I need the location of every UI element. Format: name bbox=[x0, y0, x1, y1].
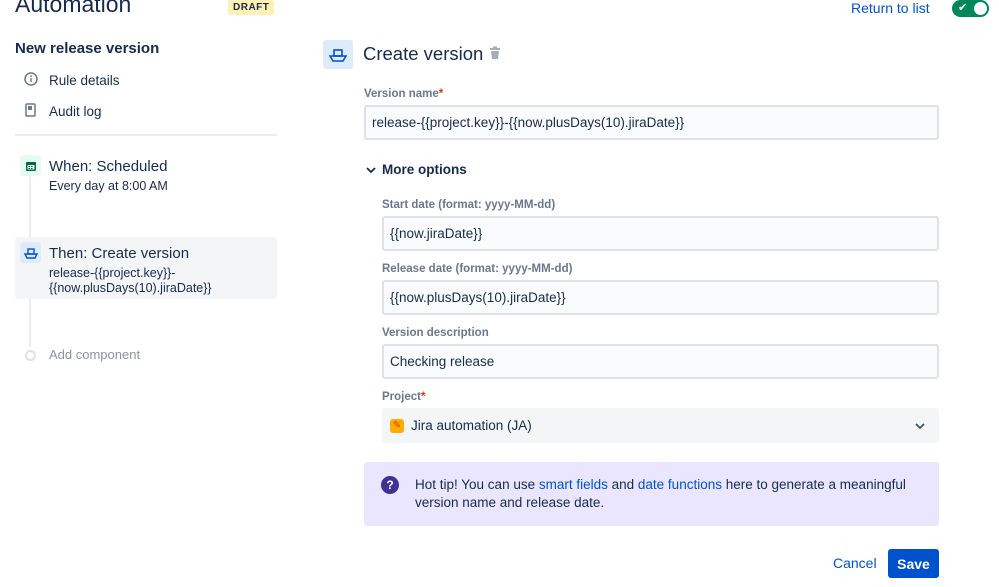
ship-icon bbox=[323, 40, 353, 69]
info-icon bbox=[22, 72, 40, 89]
draft-badge: DRAFT bbox=[228, 0, 275, 15]
step-action-subtitle-1: release-{{project.key}}- bbox=[49, 266, 176, 280]
chevron-down-icon bbox=[915, 422, 925, 429]
question-icon: ? bbox=[381, 476, 399, 494]
project-value: Jira automation (JA) bbox=[411, 418, 532, 433]
step-trigger-title[interactable]: When: Scheduled bbox=[49, 158, 167, 175]
return-to-list-link[interactable]: Return to list bbox=[851, 0, 930, 16]
step-action-subtitle-2: {{now.plusDays(10).jiraDate}} bbox=[49, 281, 212, 295]
rule-name: New release version bbox=[15, 40, 160, 57]
divider bbox=[15, 134, 277, 136]
document-icon bbox=[22, 103, 40, 120]
add-component-dot bbox=[25, 350, 36, 361]
smart-fields-link[interactable]: smart fields bbox=[539, 477, 608, 492]
page-title: Automation bbox=[15, 0, 132, 17]
date-functions-link[interactable]: date functions bbox=[638, 477, 722, 492]
project-select[interactable]: ✎ Jira automation (JA) bbox=[382, 408, 939, 443]
description-input[interactable]: Checking release bbox=[382, 344, 939, 379]
trash-icon[interactable] bbox=[489, 46, 501, 65]
start-date-input[interactable]: {{now.jiraDate}} bbox=[382, 216, 939, 251]
cancel-button[interactable]: Cancel bbox=[833, 555, 877, 571]
add-component-link[interactable]: Add component bbox=[49, 347, 140, 362]
calendar-icon bbox=[20, 155, 41, 176]
nav-label: Rule details bbox=[49, 73, 120, 88]
more-options-toggle[interactable]: More options bbox=[366, 162, 467, 177]
save-button[interactable]: Save bbox=[888, 549, 939, 578]
version-name-label: Version name* bbox=[364, 88, 444, 100]
rule-enabled-toggle[interactable]: ✔ bbox=[952, 0, 989, 17]
project-avatar-icon: ✎ bbox=[390, 418, 404, 433]
nav-label: Audit log bbox=[49, 104, 102, 119]
start-date-label: Start date (format: yyyy-MM-dd) bbox=[382, 199, 556, 211]
check-icon: ✔ bbox=[958, 2, 968, 14]
chevron-down-icon bbox=[366, 166, 376, 173]
nav-audit-log[interactable]: Audit log bbox=[22, 103, 102, 120]
nav-rule-details[interactable]: Rule details bbox=[22, 72, 120, 89]
panel-title: Create version bbox=[363, 43, 484, 64]
version-name-input[interactable]: release-{{project.key}}-{{now.plusDays(1… bbox=[364, 105, 939, 140]
step-trigger-subtitle: Every day at 8:00 AM bbox=[49, 179, 168, 193]
step-action-title: Then: Create version bbox=[49, 245, 190, 262]
release-date-label: Release date (format: yyyy-MM-dd) bbox=[382, 263, 573, 275]
ship-icon bbox=[20, 242, 41, 263]
release-date-input[interactable]: {{now.plusDays(10).jiraDate}} bbox=[382, 280, 939, 315]
description-label: Version description bbox=[382, 327, 489, 339]
hot-tip-text: Hot tip! You can use smart fields and da… bbox=[415, 477, 906, 510]
project-label: Project* bbox=[382, 391, 426, 403]
